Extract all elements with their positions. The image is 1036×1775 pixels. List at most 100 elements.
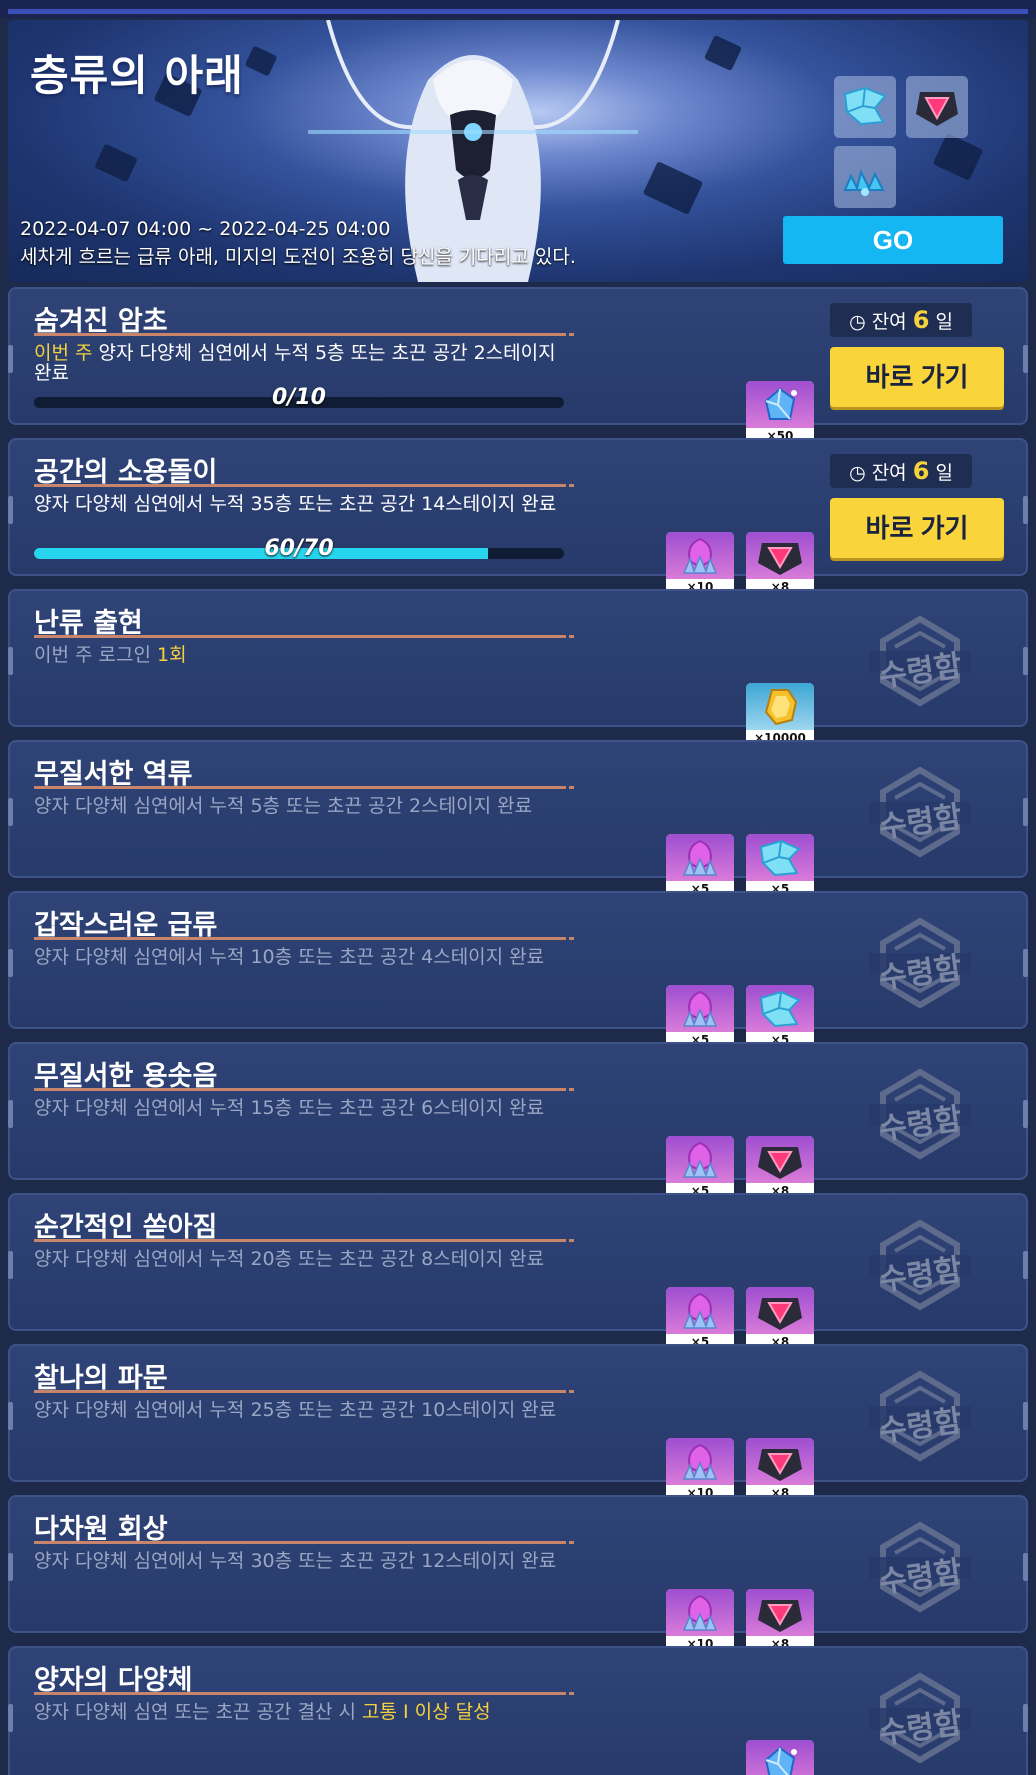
purple-crystal-flower-icon	[666, 1287, 734, 1334]
reward-item[interactable]: ×8	[746, 532, 814, 596]
reward-item[interactable]: ×5	[746, 834, 814, 898]
reward-item[interactable]: ×10	[666, 532, 734, 596]
red-triangle-core-icon[interactable]	[906, 76, 968, 138]
red-triangle-core-icon	[746, 1589, 814, 1636]
title-underline	[34, 1541, 574, 1544]
title-underline	[34, 1692, 574, 1695]
description-text: 양자 다양체 심연에서 누적 10층 또는 초끈 공간 4스테이지 완료	[34, 946, 545, 968]
reward-item[interactable]: ×8	[746, 1287, 814, 1351]
purple-crystal-flower-icon	[666, 1136, 734, 1183]
reward-item[interactable]: ×50	[746, 381, 814, 445]
mission-description: 양자 다양체 심연에서 누적 20층 또는 초끈 공간 8스테이지 완료	[34, 1249, 569, 1269]
claimed-stamp: 수령함	[865, 915, 975, 1011]
mission-card: 갑작스러운 급류 양자 다양체 심연에서 누적 10층 또는 초끈 공간 4스테이…	[8, 891, 1028, 1049]
remaining-days-value: 6	[912, 306, 930, 334]
event-date-range: 2022-04-07 04:00 ~ 2022-04-25 04:00	[20, 218, 391, 240]
mission-description: 양자 다양체 심연에서 누적 30층 또는 초끈 공간 12스테이지 완료	[34, 1551, 569, 1571]
mission-description: 양자 다양체 심연에서 누적 35층 또는 초끈 공간 14스테이지 완료	[34, 494, 569, 514]
description-text: 양자 다양체 심연 또는 초끈 공간 결산 시	[34, 1701, 362, 1723]
card-edge-right	[1023, 1100, 1028, 1128]
mission-card: 순간적인 쏟아짐 양자 다양체 심연에서 누적 20층 또는 초끈 공간 8스테이…	[8, 1193, 1028, 1351]
title-underline	[34, 1390, 574, 1393]
mission-description: 양자 다양체 심연에서 누적 5층 또는 초끈 공간 2스테이지 완료	[34, 796, 569, 816]
progress-text: 0/10	[272, 385, 326, 410]
purple-crystal-flower-icon	[666, 1589, 734, 1636]
card-edge-right	[1023, 647, 1028, 675]
reward-item[interactable]: ×5	[746, 985, 814, 1049]
crystal-shard-icon	[746, 834, 814, 881]
remaining-prefix: 잔여	[871, 462, 907, 484]
gold-coin-icon	[746, 683, 814, 730]
purple-crystal-flower-icon	[666, 532, 734, 579]
reward-item[interactable]: ×50	[746, 1740, 814, 1775]
red-triangle-core-icon	[746, 1287, 814, 1334]
go-to-mission-button[interactable]: 바로 가기	[830, 347, 1004, 407]
description-text: 양자 다양체 심연에서 누적 5층 또는 초끈 공간 2스테이지 완료	[34, 342, 556, 384]
claimed-stamp: 수령함	[865, 764, 975, 860]
mission-card: 공간의 소용돌이 양자 다양체 심연에서 누적 35층 또는 초끈 공간 14스테…	[8, 438, 1028, 596]
blue-crystal-pile-icon[interactable]	[834, 146, 896, 208]
mission-card: 양자의 다양체 양자 다양체 심연 또는 초끈 공간 결산 시 고통 I 이상 달…	[8, 1646, 1028, 1775]
purple-crystal-flower-icon	[666, 985, 734, 1032]
claimed-stamp: 수령함	[865, 1519, 975, 1615]
claimed-stamp: 수령함	[865, 1217, 975, 1313]
claimed-stamp: 수령함	[865, 1670, 975, 1766]
reward-item[interactable]: ×8	[746, 1438, 814, 1502]
mission-card: 난류 출현 이번 주 로그인 1회 ×10000 수령함	[8, 589, 1028, 747]
top-border	[0, 0, 1036, 18]
mission-card: 무질서한 용솟음 양자 다양체 심연에서 누적 15층 또는 초끈 공간 6스테이…	[8, 1042, 1028, 1200]
card-edge-right	[1023, 1553, 1028, 1581]
crystal-shard-icon	[746, 985, 814, 1032]
reward-item[interactable]: ×10	[666, 1589, 734, 1653]
title-underline	[34, 786, 574, 789]
reward-item[interactable]: ×8	[746, 1136, 814, 1200]
card-edge-left	[8, 1704, 13, 1732]
claimed-stamp: 수령함	[865, 613, 975, 709]
crystal-shard-icon[interactable]	[834, 76, 896, 138]
card-edge-right	[1023, 1251, 1028, 1279]
description-text: 양자 다양체 심연에서 누적 20층 또는 초끈 공간 8스테이지 완료	[34, 1248, 545, 1270]
remaining-days: ◷ 잔여 6 일	[830, 303, 972, 337]
description-text: 이번 주 로그인	[34, 644, 157, 666]
reward-item[interactable]: ×5	[666, 1287, 734, 1351]
description-text: 양자 다양체 심연에서 누적 25층 또는 초끈 공간 10스테이지 완료	[34, 1399, 557, 1421]
description-text: 양자 다양체 심연에서 누적 35층 또는 초끈 공간 14스테이지 완료	[34, 493, 557, 515]
purple-crystal-flower-icon	[666, 834, 734, 881]
blue-crystal-icon	[746, 381, 814, 428]
go-button[interactable]: GO	[783, 216, 1003, 264]
mission-description: 양자 다양체 심연에서 누적 15층 또는 초끈 공간 6스테이지 완료	[34, 1098, 569, 1118]
red-triangle-core-icon	[746, 1136, 814, 1183]
title-underline	[34, 1239, 574, 1242]
mission-description: 양자 다양체 심연에서 누적 25층 또는 초끈 공간 10스테이지 완료	[34, 1400, 569, 1420]
reward-item[interactable]: ×10000	[746, 683, 814, 747]
remaining-prefix: 잔여	[871, 311, 907, 333]
mission-description: 양자 다양체 심연 또는 초끈 공간 결산 시 고통 I 이상 달성	[34, 1702, 569, 1722]
go-to-mission-button[interactable]: 바로 가기	[830, 498, 1004, 558]
card-edge-right	[1023, 798, 1028, 826]
event-banner: 층류의 아래 2022-04-07 04:00 ~ 2022-04-25 04:…	[8, 20, 1028, 282]
reward-item[interactable]: ×10	[666, 1438, 734, 1502]
claimed-stamp: 수령함	[865, 1368, 975, 1464]
card-edge-right	[1023, 345, 1028, 373]
card-edge-left	[8, 496, 13, 524]
reward-item[interactable]: ×5	[666, 1136, 734, 1200]
remaining-suffix: 일	[935, 462, 953, 484]
card-edge-left	[8, 1100, 13, 1128]
red-triangle-core-icon	[746, 1438, 814, 1485]
remaining-suffix: 일	[935, 311, 953, 333]
card-edge-right	[1023, 949, 1028, 977]
mission-card: 다차원 회상 양자 다양체 심연에서 누적 30층 또는 초끈 공간 12스테이지…	[8, 1495, 1028, 1653]
description-highlight: 1회	[157, 644, 187, 666]
description-highlight: 고통 I 이상 달성	[362, 1701, 491, 1723]
title-underline	[34, 484, 574, 487]
clock-icon: ◷	[849, 311, 872, 333]
mission-card: 숨겨진 암초 이번 주 양자 다양체 심연에서 누적 5층 또는 초끈 공간 2스…	[8, 287, 1028, 445]
reward-item[interactable]: ×5	[666, 985, 734, 1049]
mission-description: 이번 주 양자 다양체 심연에서 누적 5층 또는 초끈 공간 2스테이지 완료	[34, 343, 569, 383]
card-edge-left	[8, 1251, 13, 1279]
purple-crystal-flower-icon	[666, 1438, 734, 1485]
red-triangle-core-icon	[746, 532, 814, 579]
reward-item[interactable]: ×5	[666, 834, 734, 898]
reward-item[interactable]: ×8	[746, 1589, 814, 1653]
card-edge-right	[1023, 1402, 1028, 1430]
